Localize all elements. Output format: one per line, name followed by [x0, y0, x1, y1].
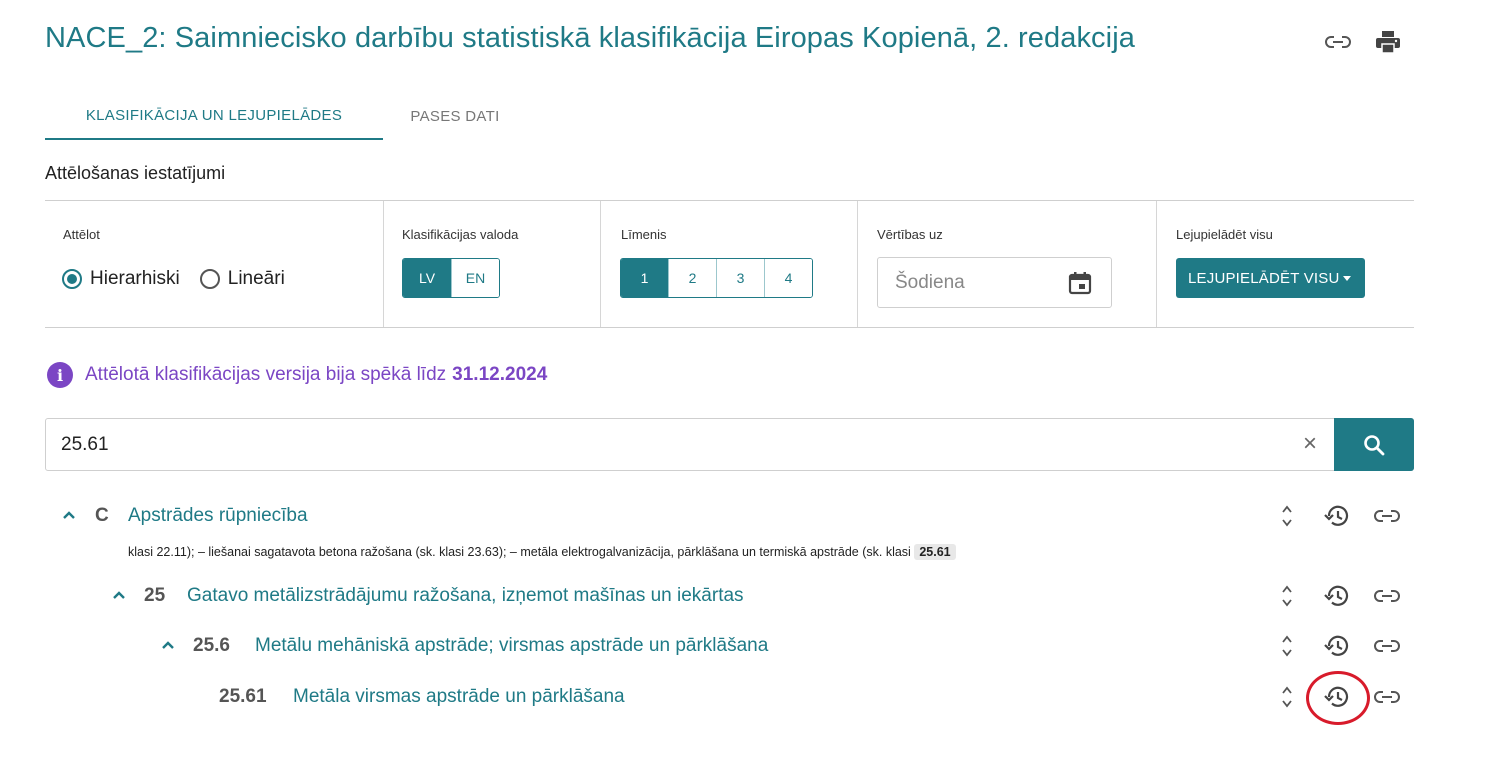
version-notice-date: 31.12.2024 [452, 364, 548, 385]
version-notice: i Attēlotā klasifikācijas versija bija s… [47, 362, 547, 388]
level-2-button[interactable]: 2 [669, 259, 717, 297]
history-icon[interactable] [1322, 631, 1352, 661]
radio-linear-label: Lineāri [227, 268, 285, 289]
download-all-button[interactable]: LEJUPIELĀDĒT VISU [1176, 258, 1365, 298]
tab-classification[interactable]: KLASIFIKĀCIJA UN LEJUPIELĀDES [45, 92, 383, 140]
tree-label[interactable]: Metālu mehāniskā apstrāde; virsmas apstr… [255, 635, 768, 657]
values-at-date-input[interactable]: Šodiena [877, 257, 1112, 308]
tree-row-25-61: 25.61 Metāla virsmas apstrāde un pārklāš… [0, 677, 1486, 717]
radio-linear[interactable] [199, 269, 220, 289]
chevron-up-icon[interactable] [160, 637, 176, 653]
sort-icon[interactable] [1272, 631, 1302, 661]
search-icon [1364, 434, 1385, 455]
level-1-button[interactable]: 1 [621, 259, 669, 297]
level-3-button[interactable]: 3 [717, 259, 765, 297]
link-icon[interactable] [1372, 501, 1402, 531]
sort-icon[interactable] [1272, 581, 1302, 611]
print-icon[interactable] [1373, 28, 1403, 56]
tree-label[interactable]: Metāla virsmas apstrāde un pārklāšana [293, 686, 625, 708]
tree-row-25-6: 25.6 Metālu mehāniskā apstrāde; virsmas … [0, 626, 1486, 666]
tree-label[interactable]: Gatavo metālizstrādājumu ražošana, izņem… [187, 585, 744, 607]
tree-code: 25 [144, 585, 166, 606]
link-icon[interactable] [1323, 28, 1353, 56]
settings-title: Attēlošanas iestatījumi [45, 163, 226, 183]
download-all-label: LEJUPIELĀDĒT VISU [1188, 269, 1340, 287]
snippet-text: klasi 22.11); – liešanai sagatavota beto… [128, 545, 911, 559]
level-toggle: 1 2 3 4 [620, 258, 813, 298]
search-field[interactable]: 25.61 × [45, 418, 1414, 471]
tree-code: 25.6 [193, 635, 230, 656]
lang-en-button[interactable]: EN [452, 259, 499, 297]
link-icon[interactable] [1372, 682, 1402, 712]
tree-row-c: C Apstrādes rūpniecība [0, 495, 1486, 535]
chevron-down-icon [1343, 276, 1351, 281]
download-label: Lejupielādēt visu [1176, 227, 1273, 242]
sort-icon[interactable] [1272, 682, 1302, 712]
tab-bar: KLASIFIKĀCIJA UN LEJUPIELĀDES PASES DATI [45, 92, 1414, 140]
page-title: NACE_2: Saimniecisko darbību statistiskā… [45, 22, 1135, 54]
sort-icon[interactable] [1272, 501, 1302, 531]
version-notice-text: Attēlotā klasifikācijas versija bija spē… [85, 364, 447, 385]
radio-hierarchical-label: Hierarhiski [90, 268, 180, 289]
display-mode-cell: Attēlot [45, 201, 383, 327]
tree-code: C [95, 505, 109, 526]
search-match-snippet: klasi 22.11); – liešanai sagatavota beto… [128, 544, 956, 560]
date-placeholder: Šodiena [895, 271, 965, 293]
snippet-highlight: 25.61 [914, 544, 956, 560]
level-4-button[interactable]: 4 [765, 259, 812, 297]
chevron-up-icon[interactable] [111, 587, 127, 603]
search-button[interactable] [1334, 418, 1414, 471]
info-icon: i [47, 362, 73, 388]
history-icon[interactable] [1322, 581, 1352, 611]
language-toggle: LV EN [402, 258, 500, 298]
tree-row-25: 25 Gatavo metālizstrādājumu ražošana, iz… [0, 576, 1486, 616]
lang-lv-button[interactable]: LV [403, 259, 452, 297]
radio-hierarchical[interactable] [62, 269, 82, 289]
display-mode-radios: Hierarhiski Lineāri [62, 268, 285, 290]
values-at-label: Vērtības uz [877, 227, 943, 242]
link-icon[interactable] [1372, 631, 1402, 661]
history-icon[interactable] [1322, 682, 1352, 712]
calendar-icon[interactable] [1067, 270, 1093, 296]
history-icon[interactable] [1322, 501, 1352, 531]
language-label: Klasifikācijas valoda [402, 227, 519, 242]
tab-passport-data[interactable]: PASES DATI [403, 92, 507, 140]
tree-code: 25.61 [219, 686, 267, 707]
chevron-up-icon[interactable] [61, 507, 77, 523]
search-input[interactable]: 25.61 [61, 434, 109, 456]
display-mode-label: Attēlot [63, 227, 100, 242]
link-icon[interactable] [1372, 581, 1402, 611]
level-label: Līmenis [621, 227, 667, 242]
tree-label[interactable]: Apstrādes rūpniecība [128, 505, 308, 527]
clear-icon[interactable]: × [1303, 432, 1317, 456]
